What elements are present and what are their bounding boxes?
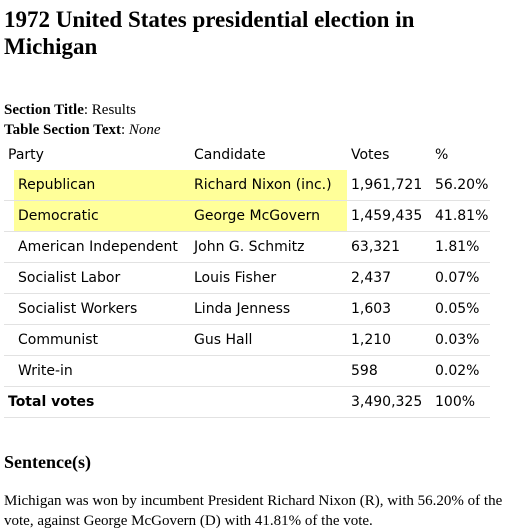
- percent-cell: 1.81%: [431, 231, 490, 263]
- candidate-cell: Gus Hall: [190, 324, 347, 356]
- row-indent: [4, 324, 14, 356]
- page-title: 1972 United States presidential election…: [4, 7, 415, 59]
- candidate-cell: [190, 355, 347, 387]
- section-title-line: Section Title: Results: [4, 102, 136, 118]
- percent-cell: 0.03%: [431, 324, 490, 356]
- candidate-cell: Linda Jenness: [190, 293, 347, 325]
- section-title-value: Results: [91, 102, 136, 118]
- row-indent: [4, 355, 14, 387]
- votes-cell: 63,321: [347, 231, 431, 263]
- table-header-row: Party Candidate Votes %: [4, 140, 490, 170]
- total-votes: 3,490,325: [347, 386, 431, 418]
- party-cell: American Independent: [14, 231, 190, 263]
- votes-cell: 1,210: [347, 324, 431, 356]
- table-row: Socialist Workers Linda Jenness 1,603 0.05%: [4, 293, 490, 325]
- header-candidate: Candidate: [194, 147, 266, 163]
- table-row: Republican Richard Nixon (inc.) 1,961,721 5…: [4, 170, 490, 201]
- percent-cell: 56.20%: [431, 170, 490, 201]
- votes-cell: 2,437: [347, 262, 431, 294]
- table-row: Communist Gus Hall 1,210 0.03%: [4, 324, 490, 356]
- candidate-cell: John G. Schmitz: [190, 231, 347, 263]
- party-cell: Communist: [14, 324, 190, 356]
- row-indent: [4, 293, 14, 325]
- header-percent: %: [435, 147, 449, 163]
- votes-cell: 598: [347, 355, 431, 387]
- sentences-heading: Sentence(s): [4, 452, 91, 472]
- table-section-label: Table Section Text: [4, 122, 121, 138]
- percent-cell: 0.05%: [431, 293, 490, 325]
- candidate-cell: George McGovern: [190, 200, 347, 232]
- party-cell: Socialist Labor: [14, 262, 190, 294]
- candidate-cell: Louis Fisher: [190, 262, 347, 294]
- table-row: American Independent John G. Schmitz 63,32…: [4, 231, 490, 263]
- total-percent: 100%: [431, 386, 490, 418]
- section-title-label: Section Title: [4, 102, 84, 118]
- row-indent: [4, 231, 14, 263]
- row-indent: [4, 262, 14, 294]
- sentence-text: Michigan was won by incumbent President …: [4, 493, 503, 529]
- row-indent: [4, 200, 14, 232]
- votes-cell: 1,961,721: [347, 170, 431, 201]
- party-cell: Socialist Workers: [14, 293, 190, 325]
- percent-cell: 0.02%: [431, 355, 490, 387]
- row-indent: [4, 170, 14, 201]
- total-row: Total votes 3,490,325 100%: [4, 386, 490, 418]
- total-label: Total votes: [4, 386, 347, 418]
- header-party: Party: [8, 147, 44, 163]
- table-section-value: None: [128, 122, 161, 138]
- table-row: Democratic George McGovern 1,459,435 41.81%: [4, 200, 490, 232]
- results-table: Party Candidate Votes % Republican Richar…: [4, 140, 490, 418]
- percent-cell: 0.07%: [431, 262, 490, 294]
- percent-cell: 41.81%: [431, 200, 490, 232]
- votes-cell: 1,459,435: [347, 200, 431, 232]
- table-section-line: Table Section Text: None: [4, 122, 161, 138]
- header-votes: Votes: [351, 147, 390, 163]
- party-cell: Republican: [14, 170, 190, 201]
- votes-cell: 1,603: [347, 293, 431, 325]
- candidate-cell: Richard Nixon (inc.): [190, 170, 347, 201]
- party-cell: Democratic: [14, 200, 190, 232]
- table-row: Socialist Labor Louis Fisher 2,437 0.07%: [4, 262, 490, 294]
- party-cell: Write-in: [14, 355, 190, 387]
- table-row: Write-in 598 0.02%: [4, 355, 490, 387]
